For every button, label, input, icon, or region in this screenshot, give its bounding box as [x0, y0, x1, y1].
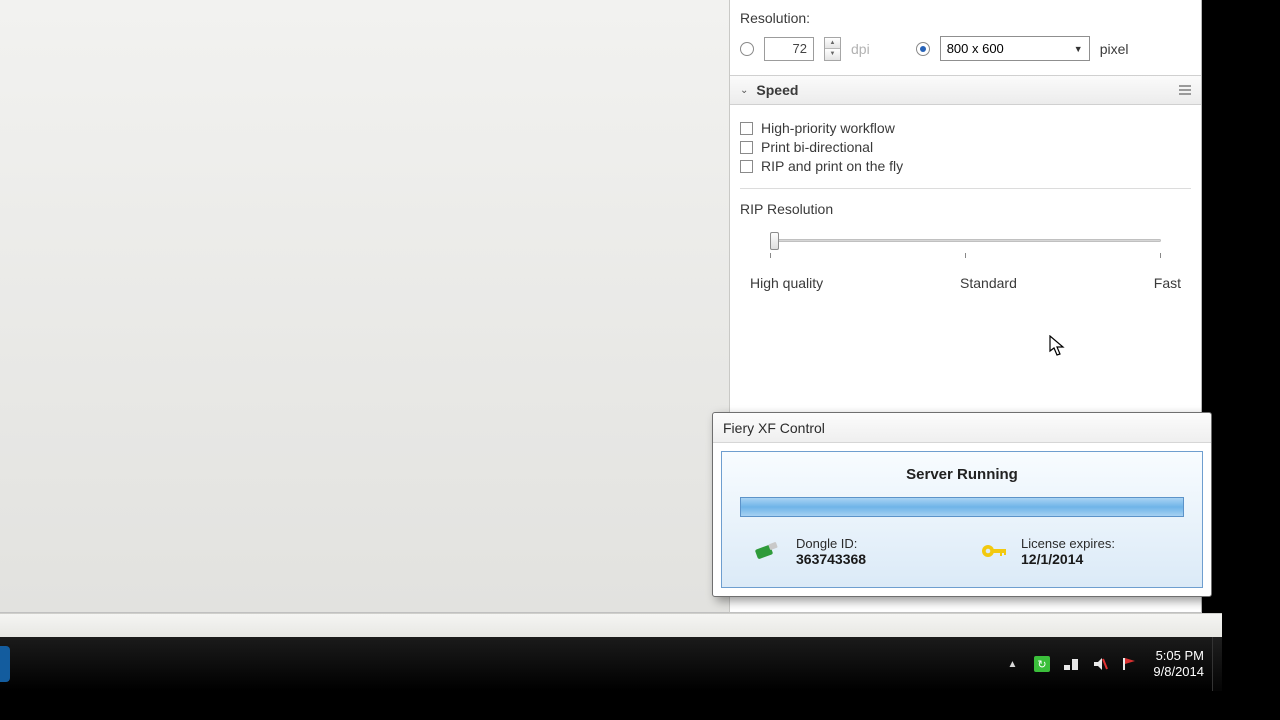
dpi-spinner[interactable]: ▲ ▼	[824, 37, 841, 61]
tray-flag-icon[interactable]	[1121, 656, 1137, 672]
speed-section-body: High-priority workflow Print bi-directio…	[730, 105, 1201, 301]
rip-resolution-slider[interactable]	[770, 235, 1161, 275]
section-menu-icon[interactable]	[1179, 85, 1191, 95]
resolution-pixel-select[interactable]: 800 x 600 ▼	[940, 36, 1090, 61]
fiery-xf-control-popup: Fiery XF Control Server Running	[712, 412, 1212, 597]
popup-title-text: Fiery XF Control	[723, 420, 825, 436]
server-status-text: Server Running	[740, 466, 1184, 483]
dongle-icon	[752, 535, 784, 567]
popup-titlebar[interactable]: Fiery XF Control	[713, 413, 1211, 443]
clock-date: 9/8/2014	[1153, 664, 1204, 680]
resolution-label: Resolution:	[740, 10, 1191, 26]
dpi-unit-label: dpi	[851, 41, 870, 57]
app-statusbar	[0, 613, 1222, 637]
tray-sync-icon[interactable]: ↻	[1034, 656, 1050, 672]
high-priority-checkbox[interactable]	[740, 122, 753, 135]
rip-on-fly-checkbox[interactable]	[740, 160, 753, 173]
resolution-dpi-radio[interactable]	[740, 42, 754, 56]
show-desktop-button[interactable]	[1212, 637, 1222, 691]
slider-track	[770, 239, 1161, 242]
license-expires-value: 12/1/2014	[1021, 551, 1115, 567]
letterbox-right	[1222, 0, 1280, 720]
system-tray[interactable]: ▲ ↻	[995, 655, 1145, 674]
slider-label-fast: Fast	[1154, 275, 1181, 291]
rip-resolution-label: RIP Resolution	[740, 201, 1191, 217]
slider-labels: High quality Standard Fast	[750, 275, 1181, 291]
chevron-down-icon: ▼	[1074, 44, 1083, 54]
license-expires-label: License expires:	[1021, 536, 1115, 551]
resolution-pixel-radio[interactable]	[916, 42, 930, 56]
slider-ticks	[770, 253, 1161, 258]
slider-thumb[interactable]	[770, 232, 779, 250]
rip-on-fly-label: RIP and print on the fly	[761, 158, 903, 174]
resolution-pixel-value: 800 x 600	[947, 41, 1004, 56]
slider-label-standard: Standard	[960, 275, 1017, 291]
tray-network-icon[interactable]	[1063, 656, 1079, 672]
status-frame: Server Running Dongle ID: 363743368	[721, 451, 1203, 588]
taskbar-clock[interactable]: 5:05 PM 9/8/2014	[1145, 644, 1212, 684]
speed-section-title: Speed	[756, 82, 1171, 98]
resolution-dpi-input[interactable]	[764, 37, 814, 61]
section-divider	[740, 188, 1191, 189]
start-button[interactable]	[0, 646, 10, 682]
workspace-canvas	[0, 0, 730, 613]
resolution-section: Resolution: ▲ ▼ dpi 800 x 600 ▼ pix	[730, 0, 1201, 75]
spinner-down-icon[interactable]: ▼	[825, 49, 840, 60]
tray-overflow-icon[interactable]: ▲	[1003, 655, 1021, 674]
collapse-icon: ⌄	[740, 85, 748, 96]
bidirectional-checkbox[interactable]	[740, 141, 753, 154]
license-key-icon	[977, 535, 1009, 567]
tray-volume-icon[interactable]	[1092, 656, 1108, 672]
spinner-up-icon[interactable]: ▲	[825, 38, 840, 50]
clock-time: 5:05 PM	[1153, 648, 1204, 664]
speed-section-header[interactable]: ⌄ Speed	[730, 75, 1201, 105]
dongle-id-label: Dongle ID:	[796, 536, 866, 551]
high-priority-label: High-priority workflow	[761, 120, 895, 136]
pixel-unit-label: pixel	[1100, 41, 1129, 57]
letterbox-bottom	[0, 691, 1280, 720]
slider-label-high: High quality	[750, 275, 823, 291]
svg-text:↻: ↻	[1038, 659, 1047, 671]
bidirectional-label: Print bi-directional	[761, 139, 873, 155]
windows-taskbar[interactable]: ▲ ↻ 5:05 PM 9/8/2014	[0, 637, 1222, 691]
dongle-id-value: 363743368	[796, 551, 866, 567]
server-progress-bar	[740, 497, 1184, 517]
